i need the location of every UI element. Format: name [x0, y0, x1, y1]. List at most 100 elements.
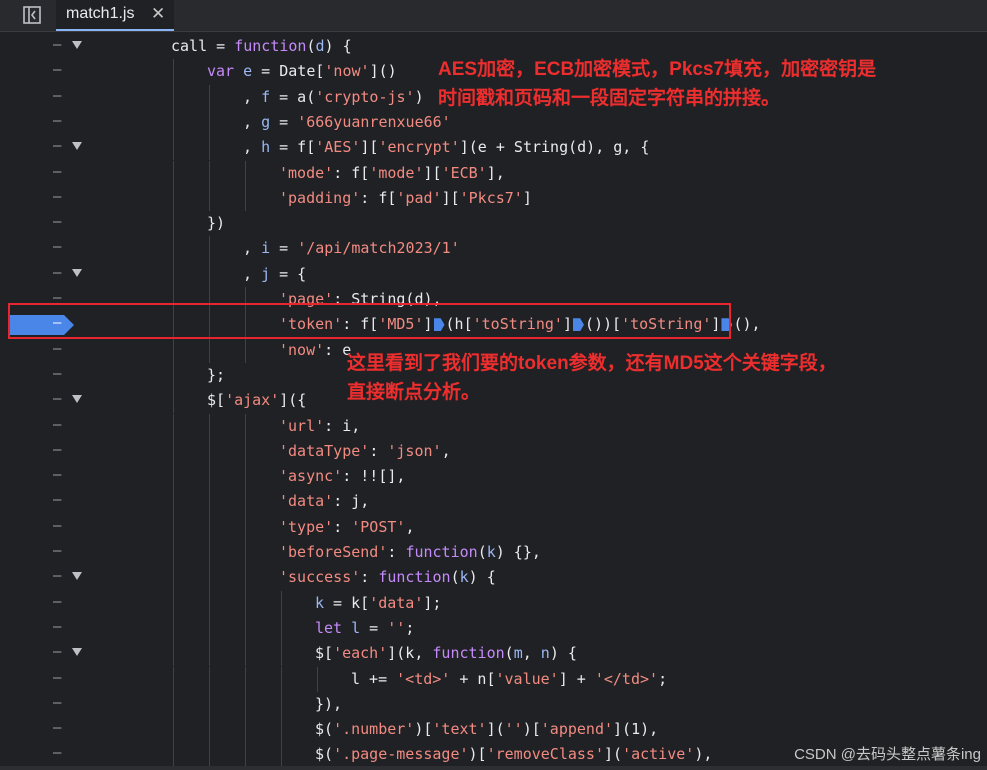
gutter-marker[interactable]: – — [53, 417, 61, 433]
code-line[interactable]: – , h = f['AES']['encrypt'](e + String(d)… — [0, 135, 987, 161]
code-token: $[ — [207, 391, 226, 410]
code-line[interactable]: – $['each'](k, function(m, n) { — [0, 641, 987, 667]
code-line[interactable]: – l += '<td>' + n['value'] + '</td>'; — [0, 666, 987, 692]
gutter-marker[interactable]: – — [53, 341, 61, 357]
gutter-marker[interactable]: – — [53, 391, 61, 407]
code-token: l += — [351, 669, 397, 688]
gutter-marker[interactable]: – — [53, 62, 61, 78]
gutter-marker[interactable]: – — [53, 366, 61, 382]
indent-guide — [245, 666, 246, 692]
fold-arrow-icon[interactable] — [72, 41, 82, 49]
code-text: k = k['data']; — [315, 594, 441, 612]
code-line[interactable]: –'mode': f['mode']['ECB'], — [0, 160, 987, 186]
gutter-marker[interactable]: – — [53, 189, 61, 205]
code-line[interactable]: – 'type': 'POST', — [0, 514, 987, 540]
code-line[interactable]: – k = k['data']; — [0, 590, 987, 616]
code-token: function — [378, 568, 451, 587]
gutter-marker[interactable]: – — [53, 37, 61, 53]
code-token: '' — [387, 618, 406, 637]
gutter-marker[interactable]: – — [53, 543, 61, 559]
code-token: m — [513, 644, 523, 663]
code-line[interactable]: – $('.number')['text']('')['append'](1), — [0, 717, 987, 743]
code-line[interactable]: – let l = ''; — [0, 615, 987, 642]
code-token: , — [243, 87, 262, 106]
code-token: 'POST' — [351, 517, 406, 536]
gutter-marker[interactable]: – — [53, 442, 61, 458]
indent-guide — [209, 540, 210, 566]
fold-arrow-icon[interactable] — [72, 268, 82, 277]
gutter-marker[interactable]: – — [53, 594, 61, 610]
code-line[interactable]: – 'dataType': 'json', — [0, 438, 987, 465]
gutter-marker[interactable]: – — [53, 568, 61, 584]
code-token: 'now' — [324, 62, 370, 81]
horizontal-scrollbar[interactable] — [0, 766, 987, 770]
fold-arrow-icon[interactable] — [72, 572, 82, 581]
code-text: }), — [315, 695, 342, 713]
code-text: 'type': 'POST', — [279, 518, 414, 536]
code-token: 'ECB' — [441, 163, 487, 182]
code-line[interactable]: –}), — [0, 691, 987, 718]
indent-guide — [245, 337, 246, 363]
code-text: $('.page-message')['removeClass']('activ… — [315, 745, 712, 763]
indent-guide — [173, 84, 174, 110]
code-line[interactable]: –}) — [0, 211, 987, 237]
indent-guide — [281, 691, 282, 718]
gutter-marker[interactable]: – — [53, 467, 61, 483]
gutter-marker[interactable]: – — [53, 720, 61, 736]
gutter-marker[interactable]: – — [53, 644, 61, 660]
code-line[interactable]: – 'success': function(k) { — [0, 565, 987, 591]
gutter-marker[interactable]: – — [53, 670, 61, 686]
gutter-marker[interactable]: – — [53, 138, 61, 154]
gutter-marker[interactable]: – — [53, 518, 61, 534]
gutter-marker[interactable]: – — [53, 113, 61, 129]
code-line[interactable]: – 'data': j, — [0, 489, 987, 515]
fold-arrow-icon[interactable] — [72, 648, 82, 657]
gutter-marker[interactable]: – — [53, 164, 61, 180]
code-line[interactable]: – 'beforeSend': function(k) {}, — [0, 540, 987, 566]
gutter-marker[interactable]: – — [53, 315, 61, 331]
code-line[interactable]: –, i = '/api/match2023/1' — [0, 236, 987, 262]
gutter-marker[interactable]: – — [53, 88, 61, 104]
code-token: = { — [270, 264, 307, 283]
code-line[interactable]: –, j = { — [0, 261, 987, 287]
code-token: ) { — [549, 644, 577, 663]
fold-arrow-icon[interactable] — [72, 142, 82, 151]
indent-guide — [209, 489, 210, 515]
gutter-marker[interactable]: – — [53, 492, 61, 508]
code-line[interactable]: – 'padding': f['pad']['Pkcs7'] — [0, 185, 987, 212]
close-icon[interactable]: ✕ — [151, 4, 165, 24]
code-text: , h = f['AES']['encrypt'](e + String(d),… — [243, 138, 649, 156]
code-token: j — [261, 264, 271, 283]
gutter-marker[interactable]: – — [53, 619, 61, 635]
gutter-marker[interactable]: – — [53, 239, 61, 255]
gutter-marker[interactable]: – — [53, 265, 61, 281]
code-line[interactable]: – 'async': !![], — [0, 464, 987, 490]
code-token: ( — [477, 543, 487, 561]
tab-match1-js[interactable]: match1.js ✕ — [56, 0, 174, 31]
code-text: 'success': function(k) { — [279, 568, 496, 586]
code-line[interactable]: –, g = '666yuanrenxue66' — [0, 109, 987, 136]
code-token: 'mode' — [279, 163, 334, 182]
code-text: 'beforeSend': function(k) {}, — [279, 543, 541, 561]
code-token: 'async' — [279, 467, 343, 486]
gutter-marker[interactable]: – — [53, 214, 61, 230]
code-text: 'data': j, — [279, 492, 369, 510]
code-line[interactable]: – 'url': i, — [0, 413, 987, 439]
code-token: let — [315, 618, 352, 637]
indent-guide — [209, 109, 210, 136]
code-token: 'pad' — [396, 188, 442, 207]
code-token: 'json' — [387, 441, 442, 460]
code-text: 'url': i, — [279, 417, 360, 435]
code-token: 'append' — [540, 720, 614, 739]
code-text: }; — [207, 366, 225, 384]
indent-guide — [173, 666, 174, 692]
gutter-marker[interactable]: – — [53, 695, 61, 711]
gutter-marker[interactable]: – — [53, 745, 61, 761]
code-token: n — [540, 644, 550, 663]
code-token: ]({ — [279, 391, 307, 410]
fold-arrow-icon[interactable] — [72, 395, 82, 404]
code-token: )[ — [468, 745, 487, 764]
code-token: '/api/match2023/1' — [297, 239, 460, 258]
indent-guide — [173, 514, 174, 540]
sidebar-toggle-icon[interactable] — [22, 5, 42, 25]
